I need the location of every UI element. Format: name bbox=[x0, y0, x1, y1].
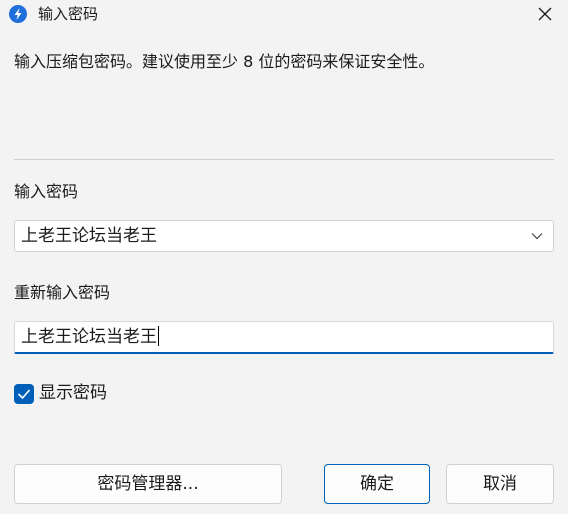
dialog-description: 输入压缩包密码。建议使用至少 8 位的密码来保证安全性。 bbox=[14, 52, 435, 71]
close-icon bbox=[538, 7, 552, 21]
show-password-checkbox[interactable] bbox=[14, 384, 34, 404]
confirm-password-value: 上老王论坛当老王 bbox=[21, 327, 157, 347]
divider bbox=[14, 159, 554, 160]
ok-button[interactable]: 确定 bbox=[324, 464, 430, 504]
password-manager-button[interactable]: 密码管理器... bbox=[14, 464, 282, 504]
confirm-password-input[interactable]: 上老王论坛当老王 bbox=[14, 321, 554, 354]
confirm-password-label: 重新输入密码 bbox=[14, 283, 111, 302]
title-bar: 输入密码 bbox=[0, 0, 568, 28]
window-title: 输入密码 bbox=[38, 5, 99, 23]
show-password-label[interactable]: 显示密码 bbox=[39, 382, 107, 404]
password-value: 上老王论坛当老王 bbox=[21, 226, 157, 246]
cancel-button[interactable]: 取消 bbox=[446, 464, 554, 504]
text-caret bbox=[158, 326, 159, 346]
password-combobox[interactable]: 上老王论坛当老王 bbox=[14, 220, 554, 252]
chevron-down-icon[interactable] bbox=[531, 232, 543, 240]
checkmark-icon bbox=[17, 389, 31, 400]
app-lightning-icon bbox=[9, 5, 27, 23]
close-button[interactable] bbox=[522, 0, 568, 28]
password-label: 输入密码 bbox=[14, 182, 79, 201]
